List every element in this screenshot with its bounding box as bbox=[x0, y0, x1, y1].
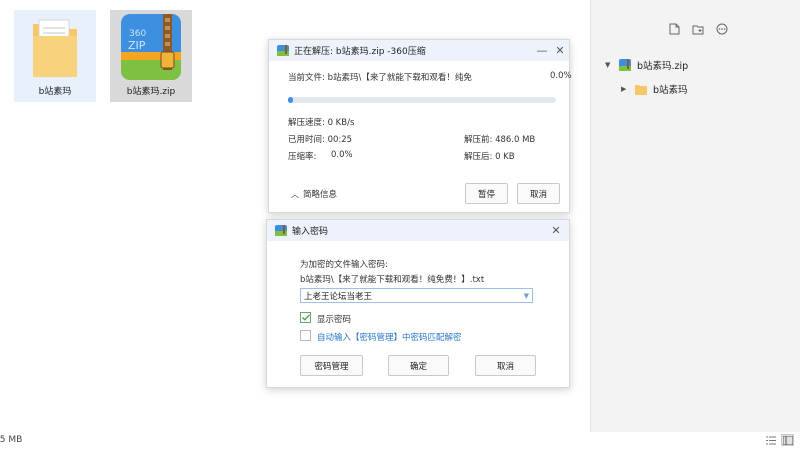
password-input[interactable]: 上老王论坛当老王 ▼ bbox=[300, 288, 533, 303]
tree-item-label: b站素玛 bbox=[653, 85, 688, 96]
password-file-path: b站素玛\【来了就能下载和观看！纯免费！】.txt bbox=[300, 275, 485, 285]
view-toggle bbox=[764, 434, 794, 446]
desktop-zip-label: b站素玛.zip bbox=[126, 87, 176, 97]
zip-small-icon bbox=[619, 59, 631, 71]
detail-view-icon[interactable] bbox=[781, 434, 794, 446]
zip-title-icon bbox=[277, 45, 289, 56]
desktop-folder-item[interactable]: b站素玛 bbox=[14, 10, 96, 102]
password-dialog-title: 输入密码 bbox=[292, 227, 329, 237]
progress-bar-fill bbox=[288, 97, 294, 103]
elapsed-text: 已用时间: 00:25 bbox=[288, 135, 353, 145]
tree-item-label: b站素玛.zip bbox=[637, 61, 689, 72]
password-dialog: 输入密码 ✕ 为加密的文件输入密码: b站素玛\【来了就能下载和观看！纯免费！】… bbox=[266, 219, 570, 388]
checkmark-icon bbox=[301, 314, 310, 321]
side-toolbar bbox=[667, 22, 729, 36]
extract-progress-dialog: 正在解压: b站素玛.zip -360压缩 — ✕ 当前文件: b站素玛\【来了… bbox=[268, 39, 572, 213]
password-dialog-titlebar: 输入密码 ✕ bbox=[267, 220, 569, 241]
desktop-zip-item[interactable]: 360 ZIP b站素玛.zip bbox=[110, 10, 192, 102]
minimize-icon[interactable]: — bbox=[533, 44, 551, 57]
auto-fill-checkbox[interactable] bbox=[300, 330, 311, 341]
show-password-checkbox[interactable] bbox=[300, 312, 311, 323]
current-file-label: 当前文件: b站素玛\【来了就能下载和观看！纯免 bbox=[288, 73, 472, 83]
tree-item-folder[interactable]: ▶ b站素玛 bbox=[621, 82, 688, 96]
zip-title-icon bbox=[275, 225, 287, 236]
auto-fill-label[interactable]: 自动输入【密码管理】中密码匹配解密 bbox=[317, 331, 462, 343]
brief-info-label: 简略信息 bbox=[303, 190, 338, 200]
status-size-text: 35 MB bbox=[0, 435, 23, 445]
brief-info-toggle[interactable]: ︿ 简略信息 bbox=[291, 188, 338, 201]
ratio-value: 0.0% bbox=[331, 150, 353, 160]
password-prompt: 为加密的文件输入密码: bbox=[300, 260, 388, 270]
desktop-folder-label: b站素玛 bbox=[38, 87, 72, 97]
dropdown-arrow-icon[interactable]: ▼ bbox=[524, 292, 529, 300]
ok-button[interactable]: 确定 bbox=[388, 355, 449, 376]
folder-icon bbox=[33, 19, 77, 77]
extract-dialog-title: 正在解压: b站素玛.zip -360压缩 bbox=[294, 47, 426, 57]
close-icon[interactable]: ✕ bbox=[551, 44, 569, 57]
status-bar: 35 MB bbox=[0, 432, 800, 449]
side-panel: ▼ b站素玛.zip ▶ b站素玛 bbox=[590, 0, 800, 432]
extract-dialog-titlebar: 正在解压: b站素玛.zip -360压缩 — ✕ bbox=[269, 40, 569, 61]
expanded-arrow-icon[interactable]: ▼ bbox=[605, 61, 613, 69]
folder-small-icon bbox=[635, 84, 647, 95]
tree-item-zip[interactable]: ▼ b站素玛.zip bbox=[605, 58, 688, 72]
progress-bar bbox=[288, 97, 556, 103]
more-options-icon[interactable] bbox=[715, 22, 729, 36]
show-password-label: 显示密码 bbox=[317, 315, 352, 325]
pause-button[interactable]: 暂停 bbox=[465, 183, 508, 204]
cancel-extract-button[interactable]: 取消 bbox=[517, 183, 560, 204]
before-size-text: 解压前: 486.0 MB bbox=[464, 135, 536, 145]
ratio-label: 压缩率: bbox=[288, 152, 317, 162]
zip-archive-icon: 360 ZIP bbox=[121, 14, 181, 80]
password-value: 上老王论坛当老王 bbox=[304, 291, 373, 302]
progress-percent: 0.0% bbox=[550, 71, 572, 81]
list-view-icon[interactable] bbox=[764, 434, 777, 446]
cancel-password-button[interactable]: 取消 bbox=[475, 355, 536, 376]
collapsed-arrow-icon[interactable]: ▶ bbox=[621, 85, 629, 93]
svg-text:ZIP: ZIP bbox=[128, 39, 146, 52]
close-icon[interactable]: ✕ bbox=[547, 224, 565, 237]
speed-text: 解压速度: 0 KB/s bbox=[288, 118, 355, 128]
new-folder-icon[interactable] bbox=[691, 22, 705, 36]
new-file-icon[interactable] bbox=[667, 22, 681, 36]
svg-text:360: 360 bbox=[129, 29, 146, 39]
after-size-text: 解压后: 0 KB bbox=[464, 152, 515, 162]
chevron-up-icon: ︿ bbox=[291, 189, 299, 199]
password-manager-button[interactable]: 密码管理 bbox=[300, 355, 363, 376]
